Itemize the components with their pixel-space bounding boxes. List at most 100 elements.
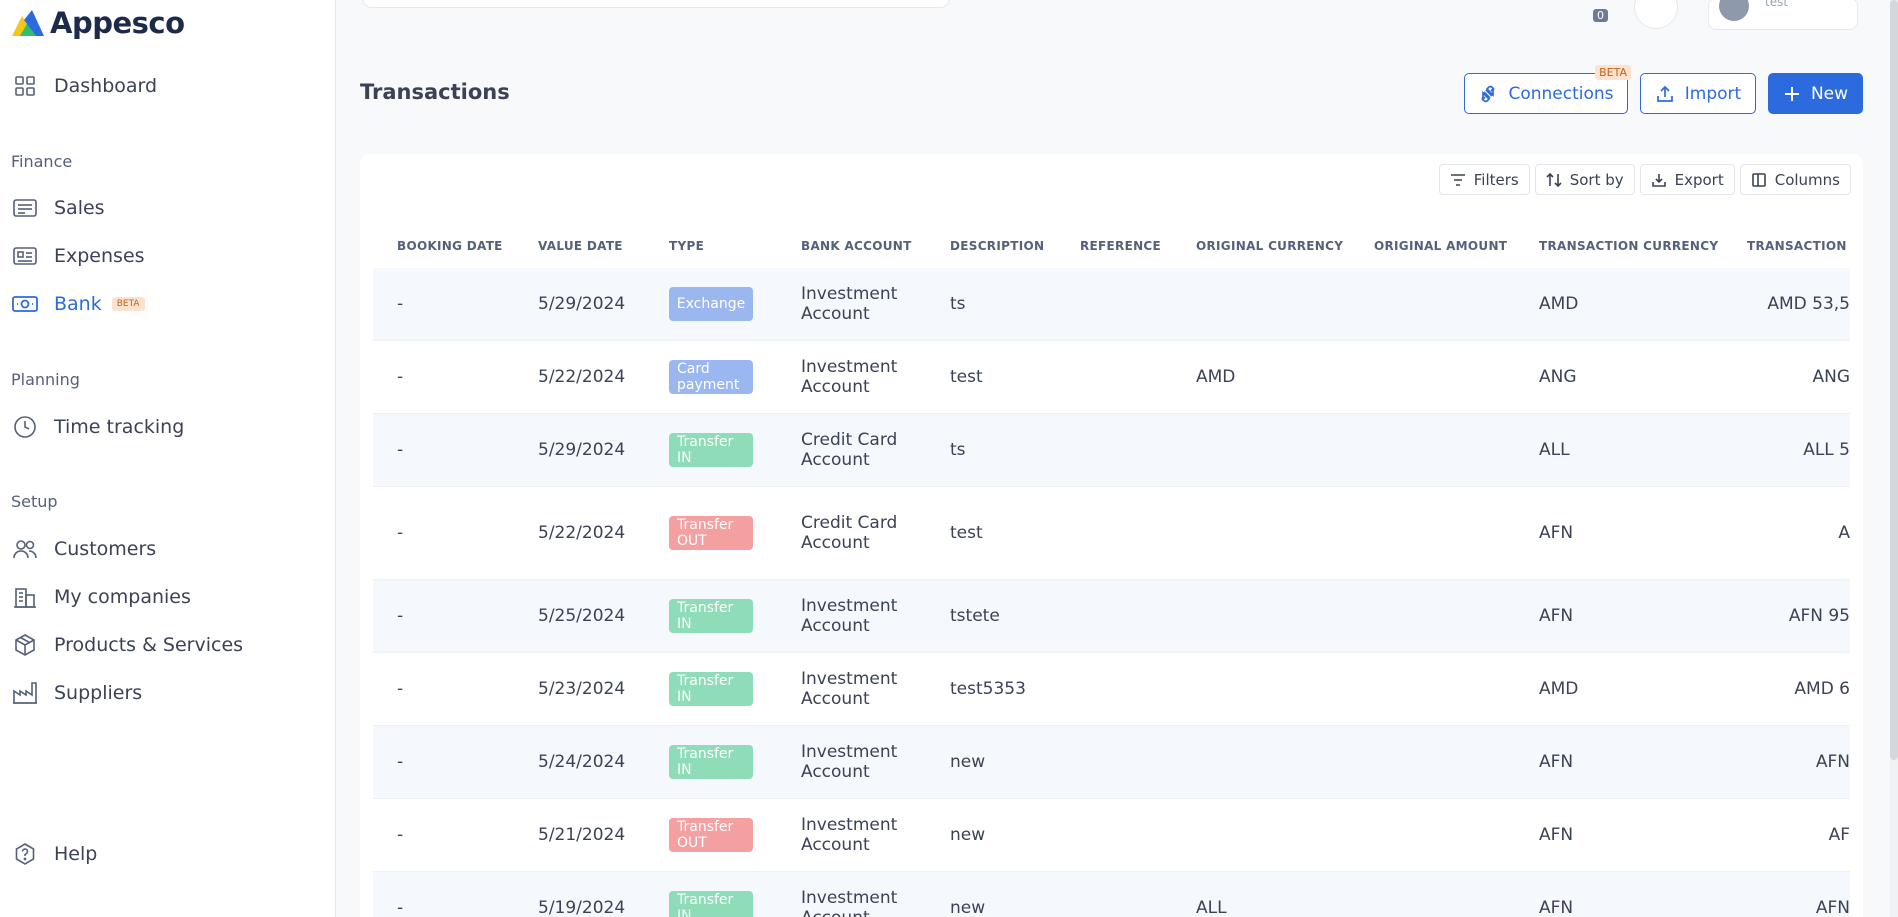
plus-icon <box>1784 86 1799 101</box>
type-badge: Transfer IN <box>669 891 753 917</box>
table-row[interactable]: - 5/19/2024 Transfer IN Investment Account n… <box>373 872 1850 917</box>
table-body: - 5/29/2024 Exchange Investment Account ts AM… <box>373 268 1850 917</box>
page-scrollbar[interactable] <box>1890 0 1898 917</box>
header-round-button[interactable] <box>1634 0 1678 29</box>
notification-count: 0 <box>1593 9 1608 22</box>
box-icon <box>12 632 38 658</box>
sort-button[interactable]: Sort by <box>1534 164 1635 195</box>
column-header[interactable]: ORIGINAL CURRENCY <box>1196 239 1343 253</box>
column-header[interactable]: BOOKING DATE <box>397 239 503 253</box>
description: new <box>950 825 986 845</box>
table-row[interactable]: - 5/23/2024 Transfer IN Investment Account t… <box>373 653 1850 726</box>
transaction-amount: AF <box>1828 825 1850 845</box>
new-label: New <box>1810 83 1849 104</box>
bank-account: Investment Account <box>801 284 898 324</box>
table-row[interactable]: - 5/21/2024 Transfer OUT Investment Account… <box>373 799 1850 872</box>
column-header[interactable]: DESCRIPTION <box>950 239 1044 253</box>
column-header[interactable]: ORIGINAL AMOUNT <box>1374 239 1507 253</box>
table-row[interactable]: - 5/29/2024 Exchange Investment Account ts AM… <box>373 268 1850 341</box>
sort-label: Sort by <box>1569 170 1624 189</box>
table-row[interactable]: - 5/22/2024 Transfer OUT Credit Card Accoun… <box>373 487 1850 580</box>
table-row[interactable]: - 5/22/2024 Card payment Investment Account… <box>373 341 1850 414</box>
sales-icon <box>12 195 38 221</box>
sidebar-item-label: Bank <box>54 293 102 315</box>
section-planning: Planning <box>11 370 80 389</box>
new-button[interactable]: New <box>1768 73 1863 114</box>
sidebar-item-help[interactable]: Help <box>12 837 97 871</box>
transaction-amount: AFN <box>1815 752 1850 772</box>
app-name: Appesco <box>50 6 185 40</box>
transactions-table: BOOKING DATE VALUE DATE TYPE BANK ACCOUN… <box>373 224 1850 917</box>
sidebar-item-bank[interactable]: Bank BETA <box>12 287 145 321</box>
bank-icon <box>12 291 38 317</box>
description: test5353 <box>950 679 1026 699</box>
value-date: 5/23/2024 <box>538 679 626 699</box>
upload-icon <box>1656 85 1673 102</box>
type-badge: Transfer OUT <box>669 516 753 550</box>
notification-button[interactable]: 0 <box>1578 0 1608 22</box>
booking-date: - <box>397 440 404 460</box>
sidebar-item-sales[interactable]: Sales <box>12 191 105 225</box>
description: new <box>950 752 986 772</box>
import-button[interactable]: Import <box>1640 73 1756 114</box>
sidebar-item-suppliers[interactable]: Suppliers <box>12 676 142 710</box>
search-input[interactable] <box>362 0 950 8</box>
table-row[interactable]: - 5/25/2024 Transfer IN Investment Account t… <box>373 580 1850 653</box>
sidebar-item-customers[interactable]: Customers <box>12 532 156 566</box>
column-header[interactable]: REFERENCE <box>1080 239 1161 253</box>
sidebar-item-my-companies[interactable]: My companies <box>12 580 191 614</box>
column-header[interactable]: BANK ACCOUNT <box>801 239 912 253</box>
sort-icon <box>1546 172 1562 187</box>
filters-button[interactable]: Filters <box>1438 164 1530 195</box>
value-date: 5/22/2024 <box>538 367 626 387</box>
transaction-amount: ALL 5 <box>1803 440 1850 460</box>
table-row[interactable]: - 5/29/2024 Transfer IN Credit Card Account… <box>373 414 1850 487</box>
booking-date: - <box>397 523 404 543</box>
table-row[interactable]: - 5/24/2024 Transfer IN Investment Account n… <box>373 726 1850 799</box>
column-header[interactable]: VALUE DATE <box>538 239 623 253</box>
sidebar-item-expenses[interactable]: Expenses <box>12 239 145 273</box>
scroll-thumb[interactable] <box>1890 0 1898 760</box>
bank-account: Credit Card Account <box>801 430 898 470</box>
value-date: 5/25/2024 <box>538 606 626 626</box>
user-menu[interactable]: test <box>1708 0 1858 30</box>
transaction-currency: AFN <box>1539 898 1574 917</box>
original-currency: AMD <box>1196 367 1236 387</box>
transaction-amount: AFN 95 <box>1788 606 1850 626</box>
connections-button[interactable]: Connections BETA <box>1464 65 1631 114</box>
columns-label: Columns <box>1774 170 1840 189</box>
sidebar-item-label: Products & Services <box>54 634 244 656</box>
bank-account: Investment Account <box>801 815 898 855</box>
sidebar-item-products-services[interactable]: Products & Services <box>12 628 243 662</box>
table-header: BOOKING DATE VALUE DATE TYPE BANK ACCOUN… <box>373 224 1850 268</box>
booking-date: - <box>397 679 404 699</box>
sidebar-item-time-tracking[interactable]: Time tracking <box>12 410 184 444</box>
dashboard-icon <box>12 73 38 99</box>
description: new <box>950 898 986 917</box>
columns-button[interactable]: Columns <box>1739 164 1851 195</box>
logo-icon <box>12 10 44 36</box>
app-logo[interactable]: Appesco <box>10 6 185 40</box>
transaction-amount: AFN <box>1815 898 1850 917</box>
value-date: 5/19/2024 <box>538 898 626 917</box>
column-header[interactable]: TRANSACTION A <box>1747 239 1850 253</box>
column-header[interactable]: TYPE <box>669 239 704 253</box>
transaction-amount: ANG <box>1812 367 1850 387</box>
type-badge: Exchange <box>669 287 753 321</box>
bank-account: Investment Account <box>801 596 898 636</box>
description: ts <box>950 294 966 314</box>
value-date: 5/24/2024 <box>538 752 626 772</box>
export-button[interactable]: Export <box>1639 164 1735 195</box>
page-title: Transactions <box>360 80 510 104</box>
column-header[interactable]: TRANSACTION CURRENCY <box>1539 239 1718 253</box>
sidebar-item-label: Suppliers <box>54 682 143 704</box>
sidebar-item-dashboard[interactable]: Dashboard <box>12 69 157 103</box>
sidebar-item-label: Expenses <box>54 245 145 267</box>
companies-icon <box>12 584 38 610</box>
value-date: 5/29/2024 <box>538 294 626 314</box>
connections-label: Connections <box>1508 83 1614 104</box>
filter-icon <box>1450 173 1465 186</box>
transaction-currency: AFN <box>1539 825 1574 845</box>
transaction-amount: A <box>1838 523 1850 543</box>
description: tstete <box>950 606 1000 626</box>
